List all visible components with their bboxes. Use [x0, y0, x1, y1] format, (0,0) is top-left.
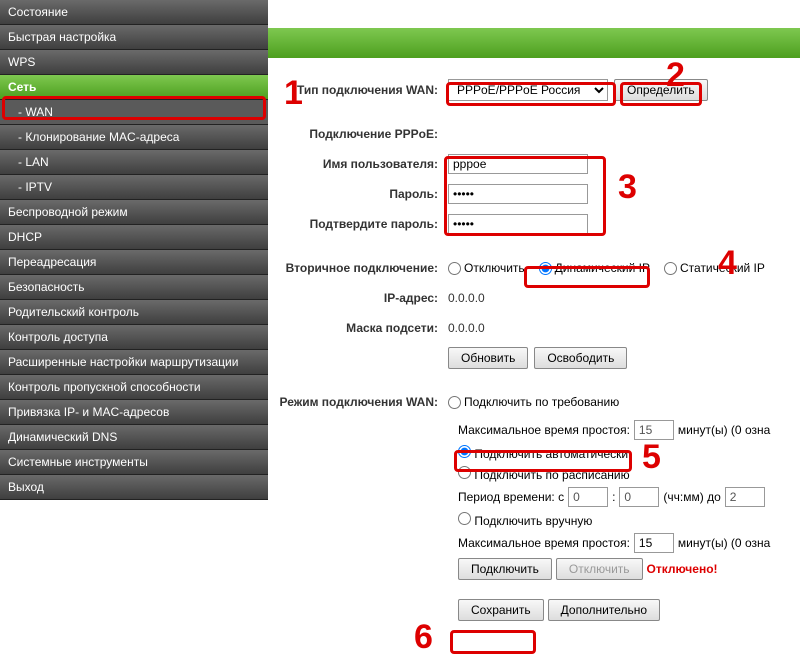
idle-label: Максимальное время простоя:: [458, 423, 630, 437]
connect-button[interactable]: Подключить: [458, 558, 552, 580]
ip-label: IP-адрес:: [278, 291, 448, 305]
sidebar-item-iptv[interactable]: - IPTV: [0, 175, 268, 200]
sidebar-item-network[interactable]: Сеть: [0, 75, 268, 100]
sidebar-item-wan[interactable]: - WAN: [0, 100, 268, 125]
mode-manual-radio[interactable]: Подключить вручную: [458, 512, 592, 528]
secondary-label: Вторичное подключение:: [278, 261, 448, 275]
main-content: Тип подключения WAN: PPPoE/PPPoE Россия …: [268, 0, 800, 665]
username-input[interactable]: [448, 154, 588, 174]
confirm-input[interactable]: [448, 214, 588, 234]
mask-value: 0.0.0.0: [448, 321, 485, 335]
release-button[interactable]: Освободить: [534, 347, 627, 369]
renew-button[interactable]: Обновить: [448, 347, 528, 369]
sidebar-item-access[interactable]: Контроль доступа: [0, 325, 268, 350]
sidebar-item-quicksetup[interactable]: Быстрая настройка: [0, 25, 268, 50]
sidebar-item-parental[interactable]: Родительский контроль: [0, 300, 268, 325]
confirm-label: Подтвердите пароль:: [278, 217, 448, 231]
ip-value: 0.0.0.0: [448, 291, 485, 305]
connection-status: Отключено!: [647, 562, 718, 576]
idle2-label: Максимальное время простоя:: [458, 536, 630, 550]
sidebar-item-bandwidth[interactable]: Контроль пропускной способности: [0, 375, 268, 400]
sidebar: Состояние Быстрая настройка WPS Сеть - W…: [0, 0, 268, 665]
sidebar-item-security[interactable]: Безопасность: [0, 275, 268, 300]
wan-type-label: Тип подключения WAN:: [278, 83, 448, 97]
save-button[interactable]: Сохранить: [458, 599, 544, 621]
sidebar-item-lan[interactable]: - LAN: [0, 150, 268, 175]
sidebar-item-logout[interactable]: Выход: [0, 475, 268, 500]
pppoe-section-label: Подключение PPPoE:: [278, 127, 448, 141]
advanced-button[interactable]: Дополнительно: [548, 599, 660, 621]
disconnect-button[interactable]: Отключить: [556, 558, 643, 580]
idle2-suffix: минут(ы) (0 озна: [678, 536, 770, 550]
sidebar-item-ipmac[interactable]: Привязка IP- и MAC-адресов: [0, 400, 268, 425]
mode-time-radio[interactable]: Подключить по расписанию: [458, 466, 630, 482]
mask-label: Маска подсети:: [278, 321, 448, 335]
header-bar: [268, 28, 800, 58]
wan-type-select[interactable]: PPPoE/PPPoE Россия: [448, 79, 608, 101]
sec-static-radio[interactable]: Статический IP: [664, 261, 765, 275]
sidebar-item-macclone[interactable]: - Клонирование MAC-адреса: [0, 125, 268, 150]
period-from-h[interactable]: [568, 487, 608, 507]
period-from-m[interactable]: [619, 487, 659, 507]
idle-input[interactable]: [634, 420, 674, 440]
password-label: Пароль:: [278, 187, 448, 201]
username-label: Имя пользователя:: [278, 157, 448, 171]
password-input[interactable]: [448, 184, 588, 204]
sidebar-item-forwarding[interactable]: Переадресация: [0, 250, 268, 275]
period-to-h[interactable]: [725, 487, 765, 507]
sidebar-item-routing[interactable]: Расширенные настройки маршрутизации: [0, 350, 268, 375]
sec-dynamic-radio[interactable]: Динамический IP: [539, 261, 650, 275]
sec-disable-radio[interactable]: Отключить: [448, 261, 525, 275]
sidebar-item-status[interactable]: Состояние: [0, 0, 268, 25]
period-label: Период времени: с: [458, 490, 564, 504]
idle2-input[interactable]: [634, 533, 674, 553]
detect-button[interactable]: Определить: [614, 79, 708, 101]
sidebar-item-dhcp[interactable]: DHCP: [0, 225, 268, 250]
sidebar-item-wireless[interactable]: Беспроводной режим: [0, 200, 268, 225]
idle-suffix: минут(ы) (0 озна: [678, 423, 770, 437]
mode-demand-radio[interactable]: Подключить по требованию: [448, 395, 619, 409]
sidebar-item-ddns[interactable]: Динамический DNS: [0, 425, 268, 450]
period-sep: (чч:мм) до: [663, 490, 720, 504]
mode-auto-radio[interactable]: Подключить автоматически: [458, 445, 628, 461]
mode-label: Режим подключения WAN:: [278, 395, 448, 409]
sidebar-item-wps[interactable]: WPS: [0, 50, 268, 75]
sidebar-item-system[interactable]: Системные инструменты: [0, 450, 268, 475]
